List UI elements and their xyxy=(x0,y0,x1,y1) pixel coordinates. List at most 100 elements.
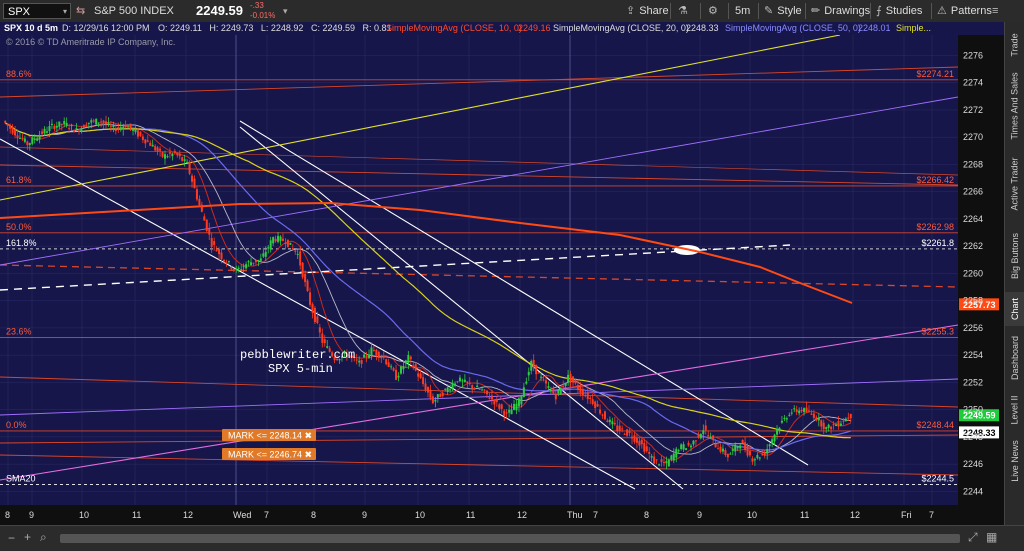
candle-body[interactable] xyxy=(490,395,493,400)
candle-body[interactable] xyxy=(311,304,314,313)
candle-body[interactable] xyxy=(183,159,186,161)
candle-body[interactable] xyxy=(259,258,262,261)
candle-body[interactable] xyxy=(589,397,592,400)
candle-body[interactable] xyxy=(645,446,648,452)
dropdown-icon[interactable]: ▾ xyxy=(283,0,288,22)
candle-body[interactable] xyxy=(532,359,535,368)
candle-body[interactable] xyxy=(33,138,36,140)
candle-body[interactable] xyxy=(127,126,130,128)
candle-body[interactable] xyxy=(677,450,680,452)
candle-body[interactable] xyxy=(267,247,270,249)
candle-body[interactable] xyxy=(200,204,203,212)
candle-body[interactable] xyxy=(43,128,46,134)
candle-body[interactable] xyxy=(776,428,779,435)
candle-body[interactable] xyxy=(803,408,806,413)
candle-body[interactable] xyxy=(55,125,58,128)
candle-body[interactable] xyxy=(281,238,284,241)
candle-body[interactable] xyxy=(198,198,201,206)
candle-body[interactable] xyxy=(702,430,705,435)
candle-body[interactable] xyxy=(621,428,624,430)
candle-body[interactable] xyxy=(756,454,759,459)
candle-body[interactable] xyxy=(171,153,174,157)
candle-body[interactable] xyxy=(193,178,196,189)
menu-button[interactable]: ≡ xyxy=(992,0,1002,22)
candle-body[interactable] xyxy=(97,122,100,124)
candle-body[interactable] xyxy=(535,364,538,375)
candle-body[interactable] xyxy=(839,423,842,426)
candle-body[interactable] xyxy=(365,355,368,357)
candle-body[interactable] xyxy=(746,445,749,456)
candle-body[interactable] xyxy=(697,435,700,438)
reset-zoom-icon[interactable]: ⌕ xyxy=(40,530,47,545)
candle-body[interactable] xyxy=(594,401,597,409)
candle-body[interactable] xyxy=(530,360,533,371)
candle-body[interactable] xyxy=(626,429,629,436)
candle-body[interactable] xyxy=(835,424,838,426)
candle-body[interactable] xyxy=(699,434,702,439)
candle-body[interactable] xyxy=(159,148,162,151)
mark-order-label[interactable]: MARK <= 2246.74 ✖ xyxy=(228,450,312,460)
candle-body[interactable] xyxy=(665,461,668,464)
candle-body[interactable] xyxy=(390,366,393,368)
candle-body[interactable] xyxy=(427,386,429,393)
candle-body[interactable] xyxy=(156,147,159,152)
candle-body[interactable] xyxy=(758,457,761,459)
candle-body[interactable] xyxy=(161,151,164,157)
chevron-down-icon[interactable]: ▾ xyxy=(63,4,67,20)
candle-body[interactable] xyxy=(825,427,828,430)
candle-body[interactable] xyxy=(218,249,221,255)
candle-body[interactable] xyxy=(151,144,154,147)
candle-body[interactable] xyxy=(635,437,638,443)
symbol-input[interactable]: SPX ▾ xyxy=(3,3,71,19)
sma10-legend[interactable]: SimpleMovingAvg (CLOSE, 10, 0) xyxy=(386,22,522,35)
candle-body[interactable] xyxy=(473,388,476,390)
style-button[interactable]: ✎ Style xyxy=(764,0,802,22)
candle-body[interactable] xyxy=(667,459,670,467)
candle-body[interactable] xyxy=(675,448,678,458)
candle-body[interactable] xyxy=(778,427,781,432)
candle-body[interactable] xyxy=(119,126,122,128)
candle-body[interactable] xyxy=(525,381,528,384)
candle-body[interactable] xyxy=(58,121,61,127)
candle-body[interactable] xyxy=(431,396,434,404)
candle-body[interactable] xyxy=(191,175,194,182)
candle-body[interactable] xyxy=(114,129,117,132)
candle-body[interactable] xyxy=(60,124,63,126)
candle-body[interactable] xyxy=(139,131,142,136)
candle-body[interactable] xyxy=(628,431,631,434)
candle-body[interactable] xyxy=(375,349,378,356)
candle-body[interactable] xyxy=(542,379,545,381)
candle-body[interactable] xyxy=(63,121,66,125)
candle-body[interactable] xyxy=(75,128,78,130)
candle-body[interactable] xyxy=(409,356,412,360)
candle-body[interactable] xyxy=(370,347,373,356)
candle-body[interactable] xyxy=(451,383,454,388)
candle-body[interactable] xyxy=(685,448,688,451)
scrollbar-thumb[interactable] xyxy=(60,534,960,543)
candle-body[interactable] xyxy=(372,349,375,352)
candle-body[interactable] xyxy=(837,420,840,427)
candle-body[interactable] xyxy=(751,458,754,462)
candle-body[interactable] xyxy=(227,261,230,263)
candle-body[interactable] xyxy=(515,403,518,411)
candle-body[interactable] xyxy=(527,371,530,376)
candle-body[interactable] xyxy=(672,453,675,461)
candle-body[interactable] xyxy=(623,433,626,435)
candle-body[interactable] xyxy=(73,129,76,133)
candle-body[interactable] xyxy=(572,376,575,383)
candle-body[interactable] xyxy=(316,316,319,323)
candle-body[interactable] xyxy=(540,376,543,378)
candle-body[interactable] xyxy=(719,446,722,452)
candle-body[interactable] xyxy=(729,453,732,455)
candle-body[interactable] xyxy=(85,124,88,127)
candle-body[interactable] xyxy=(95,118,98,125)
time-scrollbar[interactable] xyxy=(60,534,960,543)
candle-body[interactable] xyxy=(736,446,739,449)
candle-body[interactable] xyxy=(286,239,289,247)
candle-body[interactable] xyxy=(485,390,488,395)
candle-body[interactable] xyxy=(112,125,115,128)
candle-body[interactable] xyxy=(618,425,621,431)
candle-body[interactable] xyxy=(163,154,166,159)
candle-body[interactable] xyxy=(385,359,388,365)
candle-body[interactable] xyxy=(301,262,304,278)
